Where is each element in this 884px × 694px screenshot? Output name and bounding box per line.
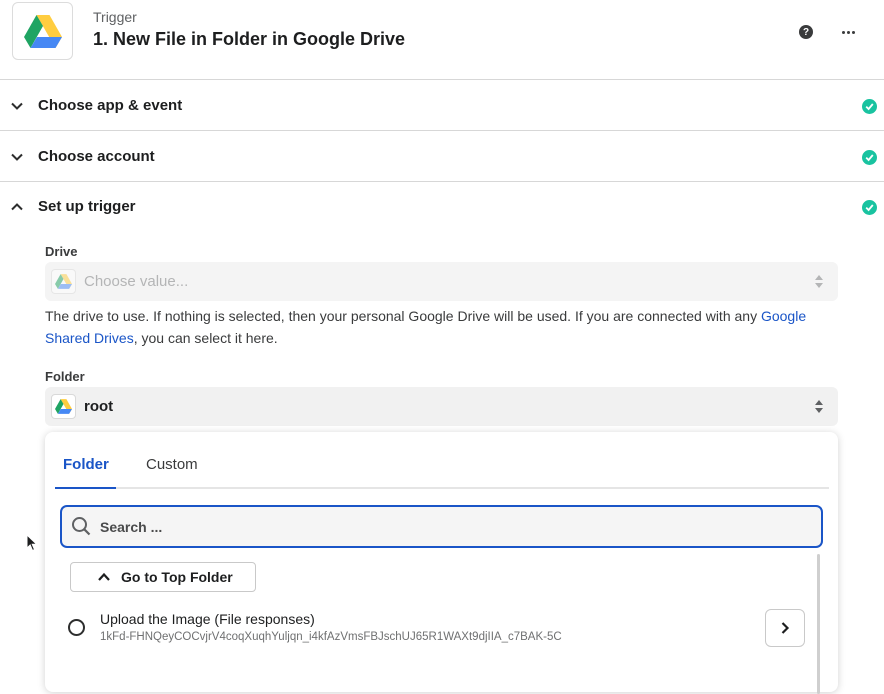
folder-select-value: root — [84, 398, 114, 415]
check-circle-icon — [862, 99, 877, 114]
open-folder-button[interactable] — [765, 609, 805, 647]
google-drive-icon — [51, 269, 76, 294]
chevron-down-icon — [11, 102, 23, 110]
chevron-down-icon — [11, 153, 23, 161]
section-choose-app-event[interactable]: Choose app & event — [0, 81, 884, 131]
list-item[interactable]: Upload the Image (File responses) 1kFd-F… — [60, 604, 815, 654]
go-to-top-folder-label: Go to Top Folder — [121, 569, 233, 585]
active-tab-indicator — [55, 487, 116, 489]
folder-dropdown: Folder Custom Go to Top Folder Upload th… — [45, 432, 838, 694]
section-choose-account[interactable]: Choose account — [0, 132, 884, 182]
folder-field-label: Folder — [45, 369, 85, 384]
chevron-right-icon — [781, 622, 790, 634]
sort-arrows-icon — [815, 400, 823, 413]
question-circle-icon[interactable]: ? — [799, 25, 813, 39]
drive-field-label: Drive — [45, 244, 78, 259]
check-circle-icon — [862, 200, 877, 215]
folder-search — [60, 505, 823, 548]
section-set-up-trigger[interactable]: Set up trigger — [0, 182, 884, 232]
folder-select[interactable]: root — [45, 387, 838, 426]
tab-divider — [55, 487, 829, 489]
section-label: Choose app & event — [38, 97, 183, 114]
google-drive-icon — [12, 2, 73, 60]
step-kind-label: Trigger — [93, 9, 137, 25]
drive-select-placeholder: Choose value... — [84, 273, 189, 290]
folder-item-id: 1kFd-FHNQeyCOCvjrV4coqXuqhYuljqn_i4kfAzV… — [100, 631, 562, 643]
mouse-cursor-icon — [26, 534, 38, 552]
step-header: Trigger 1. New File in Folder in Google … — [0, 0, 884, 80]
step-title: 1. New File in Folder in Google Drive — [93, 29, 406, 49]
drive-select[interactable]: Choose value... — [45, 262, 838, 301]
dropdown-scrollbar[interactable] — [817, 554, 820, 694]
search-icon — [72, 517, 91, 536]
folder-item-title: Upload the Image (File responses) — [100, 611, 315, 627]
ellipsis-icon[interactable] — [838, 22, 858, 42]
section-label: Choose account — [38, 148, 155, 165]
check-circle-icon — [862, 150, 877, 165]
search-input[interactable] — [100, 515, 800, 539]
chevron-up-icon — [11, 203, 23, 211]
go-to-top-folder-button[interactable]: Go to Top Folder — [70, 562, 256, 592]
sort-arrows-icon — [815, 275, 823, 288]
tab-custom[interactable]: Custom — [146, 456, 198, 473]
drive-help-text: The drive to use. If nothing is selected… — [45, 308, 807, 346]
folder-radio[interactable] — [68, 619, 85, 636]
section-label: Set up trigger — [38, 198, 136, 215]
chevron-up-icon — [98, 572, 110, 581]
google-drive-icon — [51, 394, 76, 419]
tab-folder[interactable]: Folder — [63, 456, 109, 473]
